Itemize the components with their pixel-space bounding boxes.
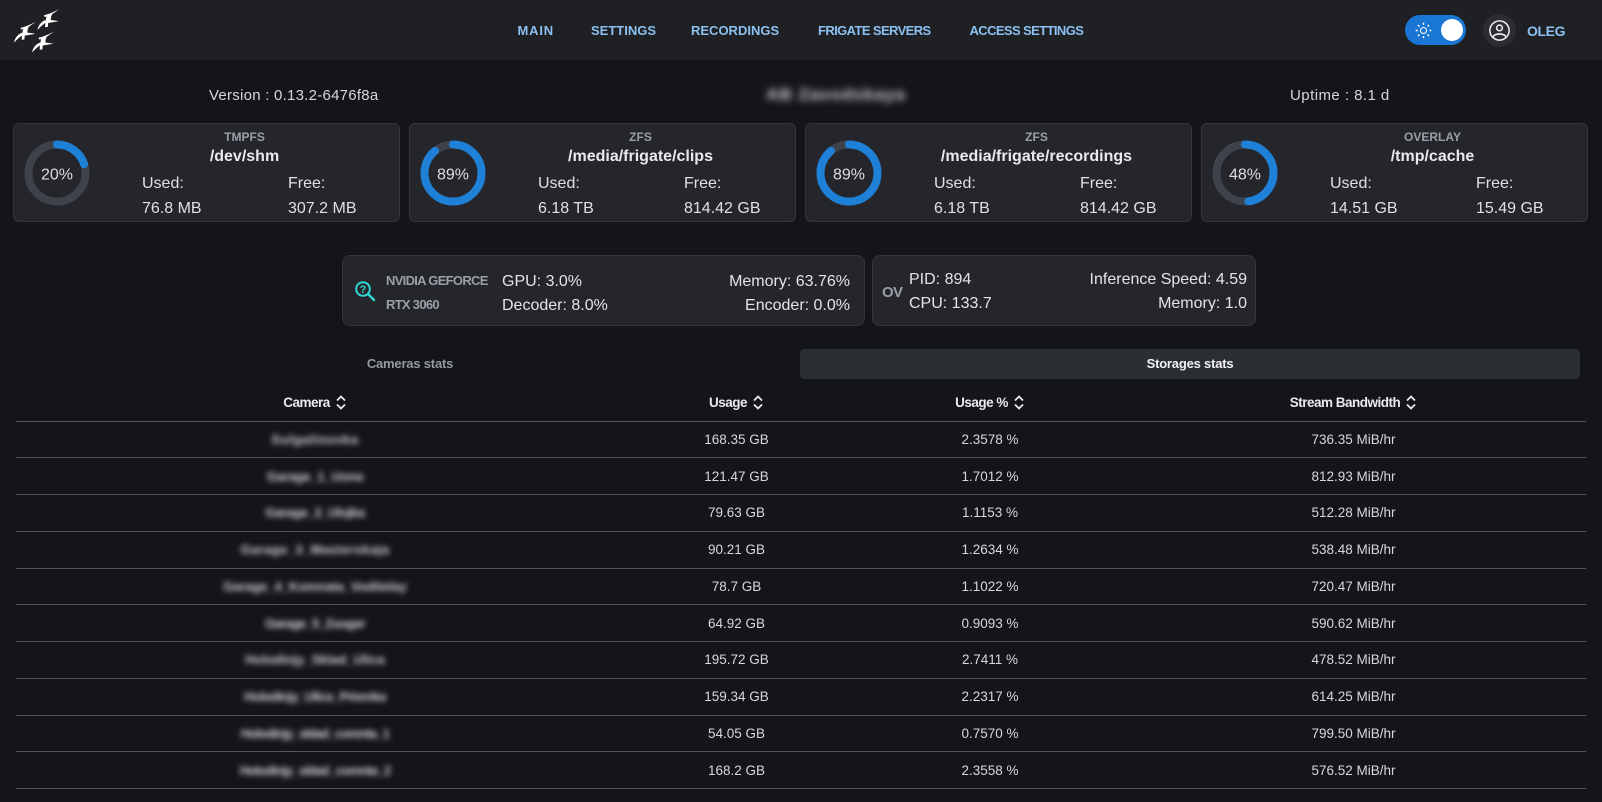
svg-text:?: ? <box>360 284 367 296</box>
svg-text:89%: 89% <box>437 167 469 184</box>
svg-text:20%: 20% <box>41 167 73 184</box>
svg-text:48%: 48% <box>1229 167 1261 184</box>
svg-text:89%: 89% <box>833 167 865 184</box>
